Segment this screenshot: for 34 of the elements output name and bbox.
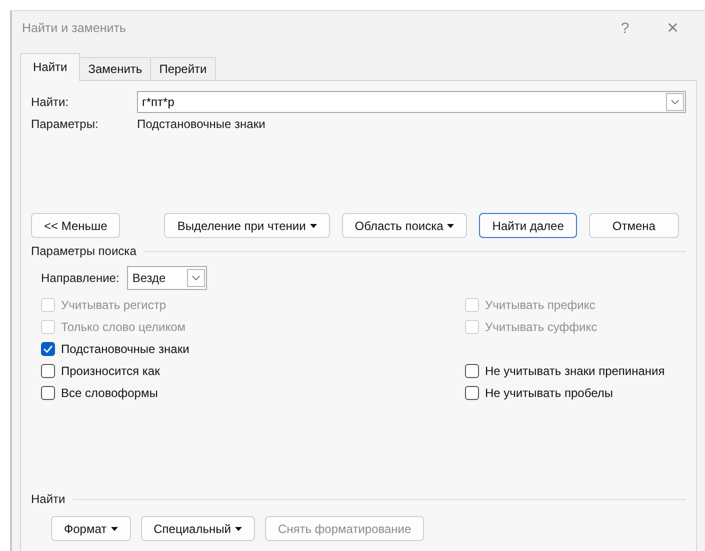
checkbox-label: Учитывать суффикс [485,320,598,334]
dialog-button[interactable]: << Меньше [31,213,120,238]
window-title: Найти и заменить [22,21,127,35]
find-label: Найти: [31,95,70,109]
checkbox-label: Не учитывать знаки препинания [485,364,665,378]
tab[interactable]: Найти [20,53,80,81]
params-label: Параметры: [31,117,100,131]
checkbox-label: Только слово целиком [61,320,186,334]
section-title: Найти [31,492,66,506]
checkbox[interactable] [41,364,55,378]
checkbox[interactable] [465,364,479,378]
checkbox-label: Не учитывать пробелы [485,386,613,400]
params-value: Подстановочные знаки [137,117,266,131]
checkbox-label: Все словоформы [61,386,158,400]
dialog-button[interactable]: Выделение при чтении [164,213,330,238]
format-button[interactable]: Специальный [140,516,255,541]
checkbox-label: Произносится как [61,364,160,378]
dialog-button[interactable]: Отмена [588,213,679,238]
direction-label: Направление: [41,271,120,285]
dropdown-icon[interactable] [666,93,684,111]
format-button[interactable]: Формат [51,516,131,541]
checkbox[interactable] [41,342,55,356]
tab[interactable]: Перейти [150,57,216,81]
checkbox[interactable] [41,386,55,400]
checkbox[interactable] [465,386,479,400]
direction-select[interactable]: Везде [127,266,208,290]
dropdown-icon[interactable] [187,269,206,287]
dialog-button[interactable]: Найти далее [479,213,577,238]
checkbox-label: Учитывать регистр [61,298,166,312]
find-field[interactable]: г*пт*р [137,91,686,113]
checkbox-label: Подстановочные знаки [61,342,190,356]
dialog-button[interactable]: Область поиска [342,213,468,238]
checkbox-label: Учитывать префикс [485,298,596,312]
section-title: Параметры поиска [31,244,136,258]
